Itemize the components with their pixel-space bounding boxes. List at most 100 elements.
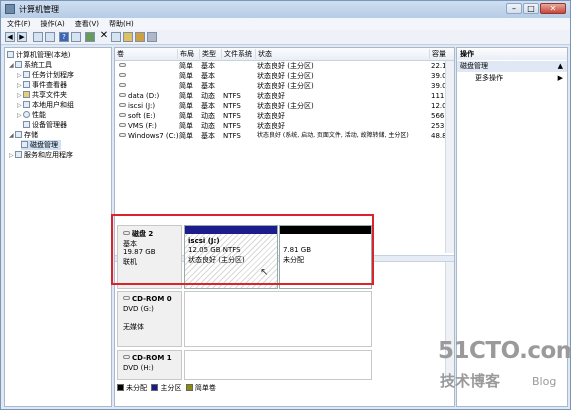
menu-help[interactable]: 帮助(H) bbox=[109, 18, 134, 30]
toolbar: ◀ ▶ ? ✕ bbox=[1, 30, 570, 45]
menu-view[interactable]: 查看(V) bbox=[75, 18, 99, 30]
status-cell: 状态良好 (主分区) bbox=[257, 72, 314, 80]
tree-root[interactable]: 计算机管理(本地) bbox=[7, 50, 70, 60]
watermark-site: 51CTO.com bbox=[438, 338, 571, 364]
back-arrow-icon[interactable]: ◀ bbox=[5, 32, 15, 42]
layout-cell: 简单 bbox=[179, 102, 193, 110]
col-filesystem[interactable]: 文件系统 bbox=[221, 49, 256, 59]
watermark-tagline: 技术博客 bbox=[440, 372, 501, 390]
tree-shared-folders[interactable]: ▷ 共享文件夹 bbox=[17, 90, 67, 100]
open-folder-icon[interactable] bbox=[123, 32, 133, 42]
status-cell: 状态良好 (主分区) bbox=[257, 62, 314, 70]
fs-cell: NTFS bbox=[223, 132, 241, 140]
col-status[interactable]: 状态 bbox=[255, 49, 428, 59]
table-row[interactable]: 简单 基本 状态良好 (主分区) 39.06 bbox=[115, 71, 454, 81]
minimize-button[interactable]: – bbox=[506, 3, 522, 14]
clock-icon bbox=[23, 71, 30, 78]
status-cell: 状态良好 (主分区) bbox=[257, 82, 314, 90]
type-cell: 动态 bbox=[201, 112, 215, 120]
tools-icon bbox=[15, 61, 22, 68]
tree-services-apps[interactable]: ▷ 服务和应用程序 bbox=[9, 150, 73, 160]
status-cell: 状态良好 bbox=[257, 122, 285, 130]
tree-system-tools[interactable]: ◢ 系统工具 bbox=[9, 60, 52, 70]
storage-icon bbox=[15, 131, 22, 138]
status-cell: 状态良好 (主分区) bbox=[257, 102, 314, 110]
volume-cell: iscsi (J:) bbox=[119, 101, 155, 111]
col-layout[interactable]: 布局 bbox=[177, 49, 200, 59]
collapse-triangle-icon[interactable]: ▲ bbox=[558, 61, 563, 72]
forward-arrow-icon[interactable]: ▶ bbox=[17, 32, 27, 42]
col-capacity[interactable]: 容量 bbox=[429, 49, 454, 59]
cd-drive-icon bbox=[123, 296, 130, 300]
type-cell: 基本 bbox=[201, 72, 215, 80]
table-row[interactable]: iscsi (J:) 简单 基本 NTFS 状态良好 (主分区) 12.05 bbox=[115, 101, 454, 111]
disk-map-scrollbar[interactable] bbox=[445, 262, 454, 382]
layout-cell: 简单 bbox=[179, 132, 193, 140]
table-row[interactable]: VMS (F:) 简单 动态 NTFS 状态良好 253.88 bbox=[115, 121, 454, 131]
layout-cell: 简单 bbox=[179, 82, 193, 90]
drive-icon bbox=[119, 73, 126, 77]
fs-cell: NTFS bbox=[223, 92, 241, 100]
drive-icon bbox=[119, 123, 126, 127]
delete-icon[interactable]: ✕ bbox=[99, 31, 109, 42]
export-icon[interactable] bbox=[85, 32, 95, 42]
col-type[interactable]: 类型 bbox=[199, 49, 222, 59]
tree-event-viewer[interactable]: ▷ 事件查看器 bbox=[17, 80, 67, 90]
volume-cell: soft (E:) bbox=[119, 111, 155, 121]
cdrom0-label[interactable]: CD-ROM 0 DVD (G:) 无媒体 bbox=[117, 291, 182, 347]
up-folder-icon[interactable] bbox=[33, 32, 43, 42]
tree-performance[interactable]: ▷ 性能 bbox=[17, 110, 46, 120]
type-cell: 动态 bbox=[201, 122, 215, 130]
menu-bar: 文件(F) 操作(A) 查看(V) 帮助(H) bbox=[1, 18, 570, 30]
tree-task-scheduler[interactable]: ▷ 任务计划程序 bbox=[17, 70, 74, 80]
table-row[interactable]: Windows7 (C:) 简单 基本 NTFS 状态良好 (系统, 启动, 页… bbox=[115, 131, 454, 141]
actions-disk-management[interactable]: 磁盘管理 ▲ bbox=[457, 61, 567, 72]
app-icon bbox=[5, 4, 15, 14]
menu-action[interactable]: 操作(A) bbox=[41, 18, 65, 30]
watermark-blog: Blog bbox=[532, 375, 557, 388]
help-icon[interactable]: ? bbox=[59, 32, 69, 42]
tree-storage[interactable]: ◢ 存储 bbox=[9, 130, 38, 140]
volume-cell: Windows7 (C:) bbox=[119, 131, 179, 141]
table-row[interactable]: 简单 基本 状态良好 (主分区) 39.06 bbox=[115, 81, 454, 91]
tree-device-manager[interactable]: 设备管理器 bbox=[23, 120, 67, 130]
settings-icon[interactable] bbox=[147, 32, 157, 42]
maximize-button[interactable]: □ bbox=[523, 3, 539, 14]
table-row[interactable]: soft (E:) 简单 动态 NTFS 状态良好 566.56 bbox=[115, 111, 454, 121]
computer-icon bbox=[7, 51, 14, 58]
cdrom1-drive: DVD (H:) bbox=[123, 364, 154, 372]
performance-icon bbox=[23, 111, 30, 118]
table-row[interactable]: data (D:) 简单 动态 NTFS 状态良好 111.07 bbox=[115, 91, 454, 101]
status-cell: 状态良好 bbox=[257, 112, 285, 120]
new-icon[interactable] bbox=[111, 32, 121, 42]
type-cell: 基本 bbox=[201, 132, 215, 140]
menu-file[interactable]: 文件(F) bbox=[7, 18, 31, 30]
volume-table-header: 卷 布局 类型 文件系统 状态 容量 bbox=[115, 48, 454, 61]
title-bar: 计算机管理 – □ ✕ bbox=[1, 1, 570, 18]
tree-disk-management[interactable]: 磁盘管理 bbox=[21, 140, 61, 150]
volume-cell: VMS (F:) bbox=[119, 121, 157, 131]
more-actions[interactable]: 更多操作 ▶ bbox=[457, 73, 567, 84]
drive-icon bbox=[119, 63, 126, 67]
cdrom1-label[interactable]: CD-ROM 1 DVD (H:) bbox=[117, 350, 182, 380]
col-volume[interactable]: 卷 bbox=[115, 49, 177, 59]
cdrom0-name: CD-ROM 0 bbox=[123, 295, 172, 303]
disk-legend: 未分配 主分区 简单卷 bbox=[117, 383, 216, 393]
tree-local-users[interactable]: ▷ 本地用户和组 bbox=[17, 100, 74, 110]
window-title: 计算机管理 bbox=[19, 5, 59, 14]
cdrom1-name: CD-ROM 1 bbox=[123, 354, 172, 362]
status-cell: 状态良好 bbox=[257, 92, 285, 100]
layout-cell: 简单 bbox=[179, 92, 193, 100]
close-button[interactable]: ✕ bbox=[540, 3, 566, 14]
properties-icon[interactable] bbox=[71, 32, 81, 42]
search-folder-icon[interactable] bbox=[135, 32, 145, 42]
cd-drive-icon bbox=[123, 355, 130, 359]
show-tree-icon[interactable] bbox=[45, 32, 55, 42]
table-row[interactable]: 简单 基本 状态良好 (主分区) 22.10 bbox=[115, 61, 454, 71]
volume-list-scrollbar[interactable] bbox=[445, 61, 454, 253]
layout-cell: 简单 bbox=[179, 112, 193, 120]
event-log-icon bbox=[23, 81, 30, 88]
volume-cell: data (D:) bbox=[119, 91, 159, 101]
highlight-box bbox=[111, 214, 374, 285]
fs-cell: NTFS bbox=[223, 102, 241, 110]
